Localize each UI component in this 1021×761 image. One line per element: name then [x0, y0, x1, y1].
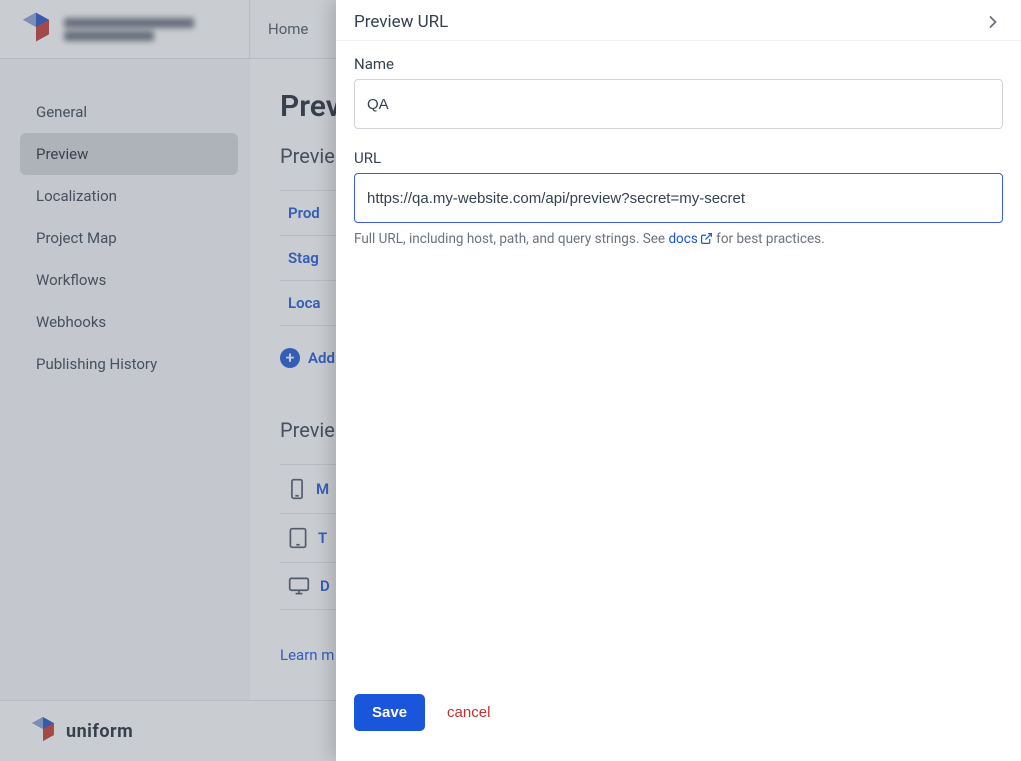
panel-header: Preview URL — [336, 0, 1021, 41]
name-input[interactable] — [354, 79, 1003, 129]
name-field-label: Name — [354, 55, 1003, 73]
cancel-button[interactable]: cancel — [447, 704, 490, 721]
close-icon[interactable] — [983, 12, 1003, 32]
docs-link[interactable]: docs — [668, 231, 712, 247]
url-help-text: Full URL, including host, path, and quer… — [354, 231, 1003, 247]
url-field-label: URL — [354, 149, 1003, 167]
preview-url-panel: Preview URL Name URL Full URL, including… — [336, 0, 1021, 761]
external-link-icon — [700, 232, 713, 245]
save-button[interactable]: Save — [354, 694, 425, 731]
panel-title: Preview URL — [354, 12, 448, 32]
url-input[interactable] — [354, 173, 1003, 223]
panel-body: Name URL Full URL, including host, path,… — [336, 41, 1021, 680]
panel-footer: Save cancel — [336, 680, 1021, 761]
